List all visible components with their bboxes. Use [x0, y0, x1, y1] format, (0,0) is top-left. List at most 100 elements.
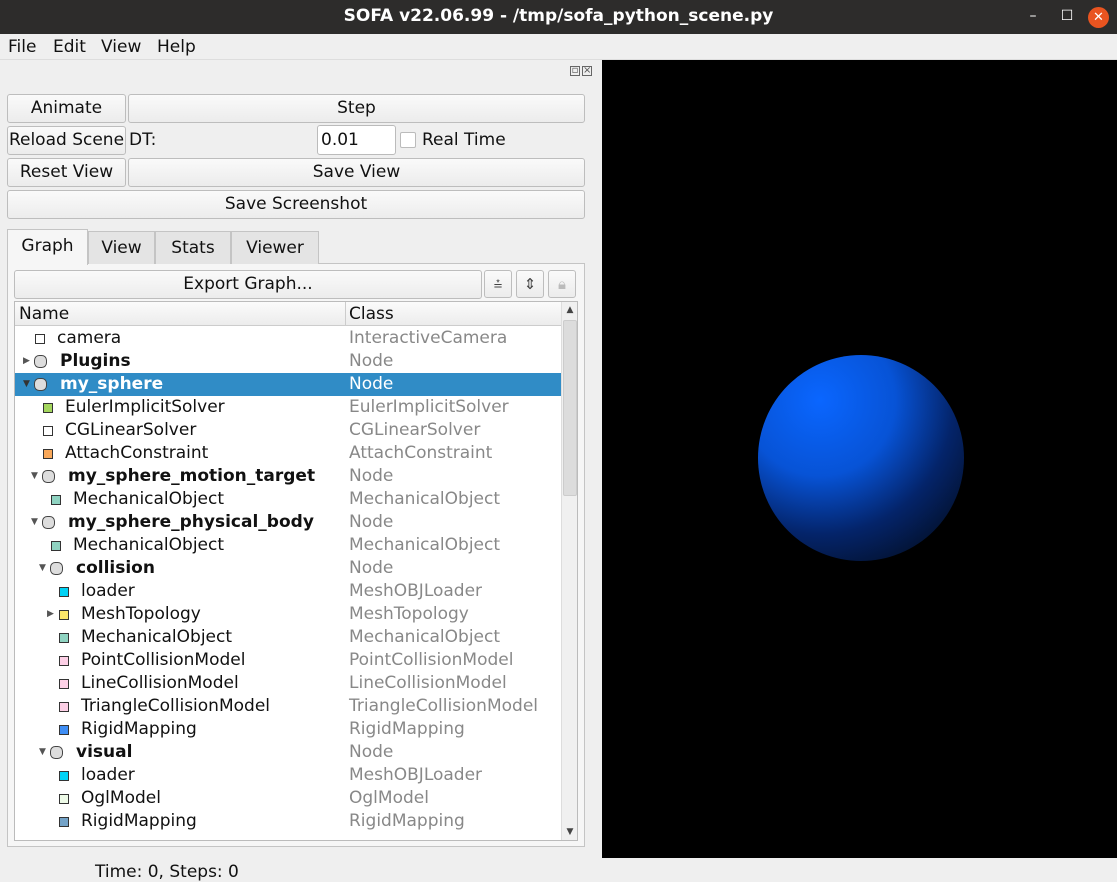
tree-row[interactable]: ▼ collision Node	[15, 557, 561, 580]
row-name: camera	[57, 328, 122, 348]
tree-row[interactable]: OglModel OglModel	[15, 787, 561, 810]
tab-graph[interactable]: Graph	[7, 229, 88, 265]
row-name: MechanicalObject	[81, 627, 233, 647]
tree-row[interactable]: MechanicalObject MechanicalObject	[15, 534, 561, 557]
scroll-thumb[interactable]	[563, 320, 577, 496]
menu-view[interactable]: View	[101, 37, 141, 57]
step-button[interactable]: Step	[128, 94, 585, 123]
row-class: Node	[349, 512, 394, 532]
menu-help[interactable]: Help	[157, 37, 196, 57]
reload-scene-button[interactable]: Reload Scene	[7, 126, 126, 155]
close-button[interactable]: ✕	[1088, 7, 1109, 28]
column-name[interactable]: Name	[19, 304, 69, 324]
expand-arrow-icon[interactable]: ▼	[39, 741, 46, 764]
maximize-button[interactable]: ☐	[1052, 0, 1082, 34]
component-icon	[59, 633, 69, 643]
row-class: PointCollisionModel	[349, 650, 514, 670]
3d-viewport[interactable]	[602, 60, 1117, 858]
row-class: Node	[349, 466, 394, 486]
reset-view-button[interactable]: Reset View	[7, 158, 126, 187]
animate-button[interactable]: Animate	[7, 94, 126, 123]
tree-row[interactable]: ▼ my_sphere_physical_body Node	[15, 511, 561, 534]
collapse-arrow-icon[interactable]: ▶	[23, 350, 30, 373]
menu-edit[interactable]: Edit	[53, 37, 86, 57]
node-icon	[50, 562, 63, 575]
scroll-up-icon[interactable]: ▲	[562, 302, 577, 318]
expand-arrow-icon[interactable]: ▼	[31, 465, 38, 488]
tree-row[interactable]: PointCollisionModel PointCollisionModel	[15, 649, 561, 672]
tree-row[interactable]: RigidMapping RigidMapping	[15, 810, 561, 833]
row-class: CGLinearSolver	[349, 420, 481, 440]
node-icon	[34, 378, 47, 391]
row-name: MechanicalObject	[73, 489, 225, 509]
column-class[interactable]: Class	[349, 304, 394, 324]
tree-row[interactable]: ▶ MeshTopology MeshTopology	[15, 603, 561, 626]
expand-arrow-icon[interactable]: ▼	[23, 373, 30, 396]
dt-input[interactable]: 0.01	[317, 125, 396, 155]
row-class: MeshOBJLoader	[349, 581, 483, 601]
row-class: LineCollisionModel	[349, 673, 507, 693]
scroll-down-icon[interactable]: ▼	[562, 824, 577, 840]
tree-row[interactable]: TriangleCollisionModel TriangleCollisionM…	[15, 695, 561, 718]
component-icon	[59, 794, 69, 804]
collapse-arrow-icon[interactable]: ▶	[47, 603, 54, 626]
component-icon	[43, 403, 53, 413]
expand-all-icon[interactable]: ⇕	[516, 270, 544, 298]
component-icon	[43, 449, 53, 459]
tree-row[interactable]: loader MeshOBJLoader	[15, 580, 561, 603]
tree-row[interactable]: MechanicalObject MechanicalObject	[15, 488, 561, 511]
tree-row[interactable]: camera InteractiveCamera	[15, 327, 561, 350]
export-graph-button[interactable]: Export Graph...	[14, 270, 482, 299]
dock-close-icon[interactable]: ×	[582, 66, 592, 76]
tree-row[interactable]: ▼ my_sphere_motion_target Node	[15, 465, 561, 488]
status-text: Time: 0, Steps: 0	[95, 862, 239, 882]
row-name: visual	[76, 742, 133, 762]
lock-icon[interactable]: 🔒︎	[548, 270, 576, 298]
collapse-all-icon[interactable]: ⩮	[484, 270, 512, 298]
row-class: Node	[349, 742, 394, 762]
row-class: RigidMapping	[349, 719, 465, 739]
tree-row[interactable]: loader MeshOBJLoader	[15, 764, 561, 787]
window-title-bar: SOFA v22.06.99 - /tmp/sofa_python_scene.…	[0, 0, 1117, 34]
row-class: RigidMapping	[349, 811, 465, 831]
tree-row[interactable]: RigidMapping RigidMapping	[15, 718, 561, 741]
tree-row[interactable]: ▼ my_sphere Node	[15, 373, 561, 396]
tree-row[interactable]: AttachConstraint AttachConstraint	[15, 442, 561, 465]
dock-float-icon[interactable]: ▫	[570, 66, 580, 76]
row-name: OglModel	[81, 788, 161, 808]
row-name: Plugins	[60, 351, 131, 371]
window-title: SOFA v22.06.99 - /tmp/sofa_python_scene.…	[343, 6, 774, 26]
tree-row[interactable]: EulerImplicitSolver EulerImplicitSolver	[15, 396, 561, 419]
node-icon	[50, 746, 63, 759]
tree-row[interactable]: CGLinearSolver CGLinearSolver	[15, 419, 561, 442]
tree-row[interactable]: LineCollisionModel LineCollisionModel	[15, 672, 561, 695]
row-class: AttachConstraint	[349, 443, 493, 463]
scene-graph-tree[interactable]: Name Class camera InteractiveCamera ▶ Plugi…	[14, 301, 578, 841]
menu-file[interactable]: File	[8, 37, 36, 57]
save-screenshot-button[interactable]: Save Screenshot	[7, 190, 585, 219]
tab-viewer[interactable]: Viewer	[231, 231, 319, 264]
node-icon	[34, 355, 47, 368]
tree-row[interactable]: ▶ Plugins Node	[15, 350, 561, 373]
expand-arrow-icon[interactable]: ▼	[39, 557, 46, 580]
component-icon	[59, 679, 69, 689]
save-view-button[interactable]: Save View	[128, 158, 585, 187]
tree-row[interactable]: ▼ visual Node	[15, 741, 561, 764]
tree-row[interactable]: MechanicalObject MechanicalObject	[15, 626, 561, 649]
node-icon	[42, 470, 55, 483]
row-class: MechanicalObject	[349, 627, 501, 647]
component-icon	[59, 702, 69, 712]
expand-arrow-icon[interactable]: ▼	[31, 511, 38, 534]
tree-scrollbar[interactable]: ▲ ▼	[561, 302, 577, 840]
component-icon	[59, 817, 69, 827]
row-name: my_sphere	[60, 374, 164, 394]
tab-stats[interactable]: Stats	[155, 231, 231, 264]
real-time-checkbox[interactable]	[400, 132, 416, 148]
row-name: TriangleCollisionModel	[81, 696, 271, 716]
component-icon	[59, 656, 69, 666]
minimize-button[interactable]: –	[1018, 0, 1048, 34]
row-name: loader	[81, 581, 135, 601]
tab-view[interactable]: View	[88, 231, 155, 264]
row-name: my_sphere_physical_body	[68, 512, 314, 532]
component-icon	[59, 725, 69, 735]
